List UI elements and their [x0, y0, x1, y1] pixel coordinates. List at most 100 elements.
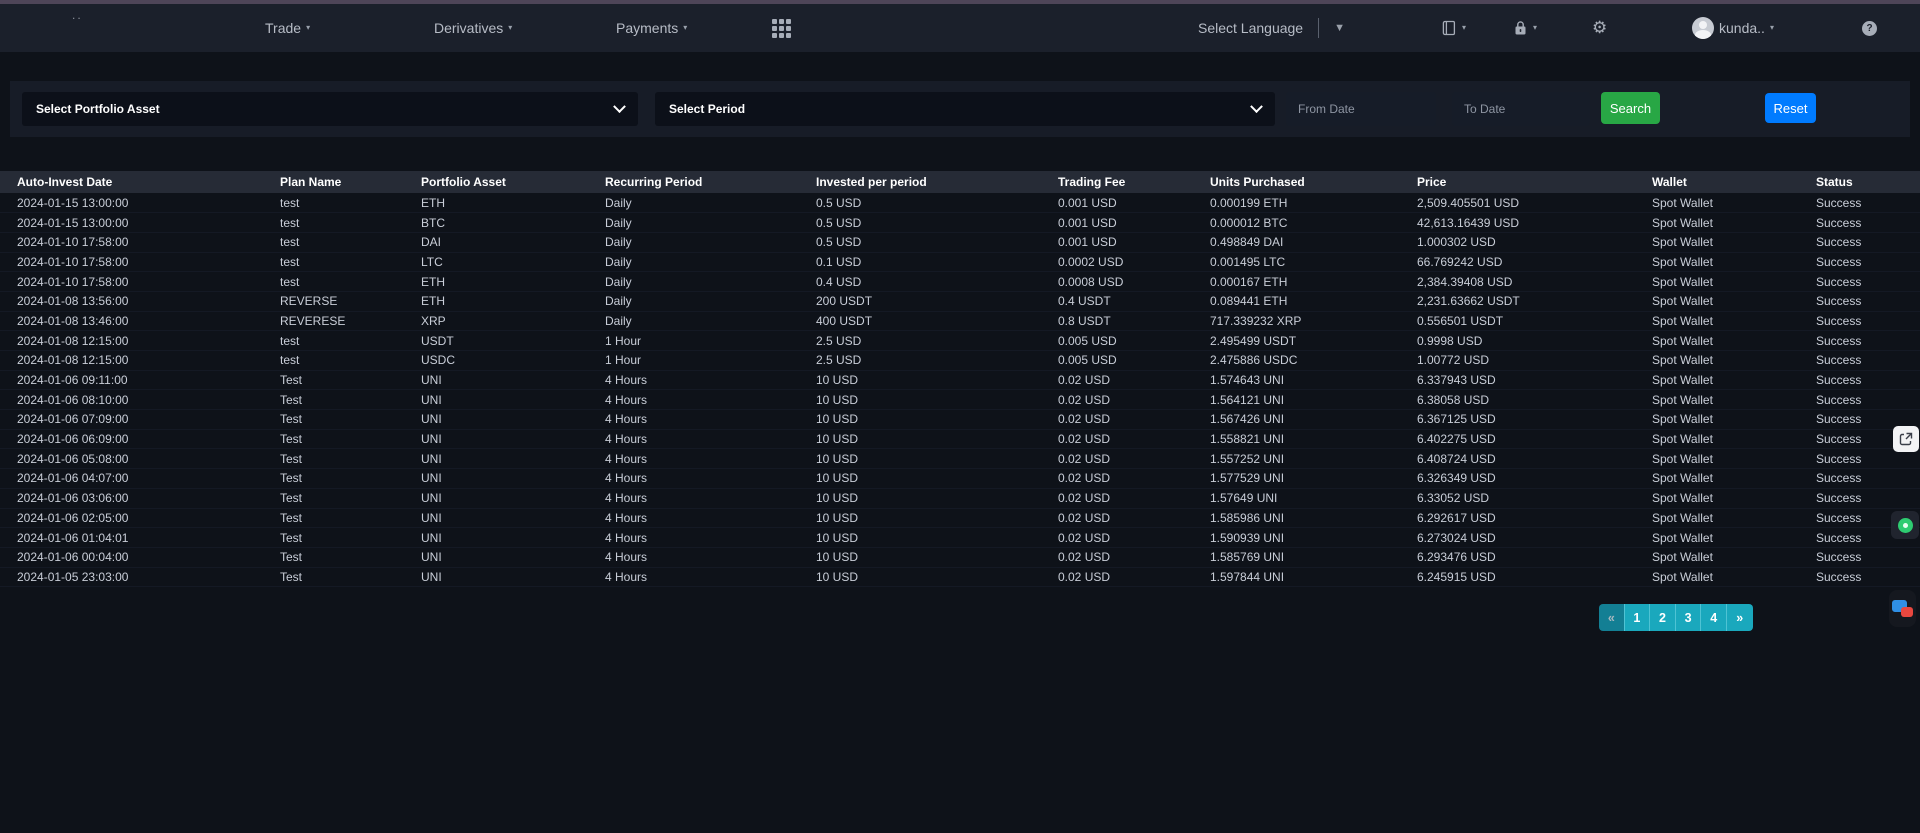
table-cell: test [280, 213, 421, 233]
table-cell: LTC [421, 252, 605, 272]
table-cell: 0.000199 ETH [1210, 193, 1417, 213]
pagination-page[interactable]: 2 [1650, 604, 1676, 631]
table-row: 2024-01-15 13:00:00testBTCDaily0.5 USD0.… [0, 213, 1920, 233]
table-cell: UNI [421, 410, 605, 430]
table-cell: 6.38058 USD [1417, 390, 1652, 410]
chat-widget[interactable] [1889, 590, 1916, 627]
table-cell: Spot Wallet [1652, 213, 1816, 233]
table-cell: 6.293476 USD [1417, 547, 1652, 567]
table-cell: Success [1816, 193, 1920, 213]
table-cell: Success [1816, 213, 1920, 233]
chevron-down-icon: ▾ [1462, 24, 1466, 32]
column-header: Status [1816, 171, 1920, 193]
table-cell: Daily [605, 252, 816, 272]
table-cell: 717.339232 XRP [1210, 311, 1417, 331]
table-cell: 1.577529 UNI [1210, 469, 1417, 489]
pagination-next[interactable]: » [1727, 604, 1753, 631]
table-cell: Test [280, 469, 421, 489]
table-cell: REVERSE [280, 291, 421, 311]
chat-bubbles-icon [1892, 598, 1914, 620]
table-cell: 1.590939 UNI [1210, 528, 1417, 548]
language-dropdown-icon: ▼ [1334, 22, 1345, 34]
table-cell: test [280, 272, 421, 292]
table-cell: 0.02 USD [1058, 547, 1210, 567]
table-cell: 0.02 USD [1058, 410, 1210, 430]
nav-item-derivatives[interactable]: Derivatives ▾ [434, 4, 512, 52]
reset-button[interactable]: Reset [1765, 93, 1816, 123]
table-cell: 10 USD [816, 488, 1058, 508]
help-button[interactable]: ? [1862, 4, 1877, 52]
table-cell: Spot Wallet [1652, 232, 1816, 252]
table-cell: Daily [605, 291, 816, 311]
extension-widget[interactable] [1891, 511, 1919, 539]
table-cell: 0.001 USD [1058, 193, 1210, 213]
from-date-input[interactable] [1286, 92, 1436, 126]
table-cell: 0.001 USD [1058, 232, 1210, 252]
orders-menu-button[interactable]: ▾ [1441, 4, 1466, 52]
table-cell: 1 Hour [605, 331, 816, 351]
nav-item-label: Payments [616, 20, 678, 36]
chevron-down-icon: ▾ [1533, 24, 1537, 32]
pagination-page[interactable]: 1 [1625, 604, 1651, 631]
table-row: 2024-01-06 03:06:00TestUNI4 Hours10 USD0… [0, 488, 1920, 508]
portfolio-asset-select[interactable]: Select Portfolio Asset [22, 92, 638, 126]
settings-button[interactable]: ⚙ [1592, 4, 1607, 52]
table-cell: USDC [421, 351, 605, 371]
period-select[interactable]: Select Period [655, 92, 1275, 126]
table-cell: 10 USD [816, 390, 1058, 410]
table-cell: 6.245915 USD [1417, 567, 1652, 587]
to-date-input[interactable] [1452, 92, 1590, 126]
pagination-page[interactable]: 4 [1701, 604, 1727, 631]
search-button[interactable]: Search [1601, 92, 1660, 124]
table-cell: 2024-01-10 17:58:00 [0, 252, 280, 272]
table-cell: Spot Wallet [1652, 252, 1816, 272]
filter-panel: Select Portfolio Asset Select Period Sea… [10, 81, 1910, 137]
apps-grid-button[interactable] [772, 4, 791, 52]
table-cell: 1.557252 UNI [1210, 449, 1417, 469]
pagination-page[interactable]: 3 [1676, 604, 1702, 631]
table-cell: REVERESE [280, 311, 421, 331]
table-cell: Test [280, 528, 421, 548]
logo[interactable]: .. [72, 8, 83, 22]
table-cell: 10 USD [816, 410, 1058, 430]
table-cell: 0.089441 ETH [1210, 291, 1417, 311]
pagination-prev[interactable]: « [1599, 604, 1625, 631]
table-cell: 2024-01-15 13:00:00 [0, 213, 280, 233]
user-name: kunda.. [1719, 20, 1765, 36]
nav-item-trade[interactable]: Trade ▾ [265, 4, 310, 52]
language-selector[interactable]: Select Language ▼ [1198, 4, 1345, 52]
security-lock-icon [1513, 20, 1528, 36]
table-cell: Spot Wallet [1652, 390, 1816, 410]
table-cell: 0.02 USD [1058, 390, 1210, 410]
table-row: 2024-01-06 09:11:00TestUNI4 Hours10 USD0… [0, 370, 1920, 390]
language-label: Select Language [1198, 20, 1303, 36]
share-widget[interactable] [1893, 426, 1919, 452]
table-cell: 4 Hours [605, 390, 816, 410]
table-cell: Spot Wallet [1652, 567, 1816, 587]
column-header: Plan Name [280, 171, 421, 193]
nav-item-payments[interactable]: Payments ▾ [616, 4, 687, 52]
table-cell: 2024-01-15 13:00:00 [0, 193, 280, 213]
user-menu[interactable]: kunda.. ▾ [1692, 4, 1774, 52]
table-cell: DAI [421, 232, 605, 252]
table-cell: 4 Hours [605, 469, 816, 489]
table-cell: Success [1816, 291, 1920, 311]
table-cell: 0.02 USD [1058, 469, 1210, 489]
period-select-label: Select Period [669, 102, 745, 116]
table-cell: Success [1816, 390, 1920, 410]
table-cell: 4 Hours [605, 508, 816, 528]
table-row: 2024-01-06 00:04:00TestUNI4 Hours10 USD0… [0, 547, 1920, 567]
table-cell: Spot Wallet [1652, 528, 1816, 548]
table-cell: 2024-01-06 03:06:00 [0, 488, 280, 508]
table-row: 2024-01-05 23:03:00TestUNI4 Hours10 USD0… [0, 567, 1920, 587]
table-cell: 1.564121 UNI [1210, 390, 1417, 410]
table-row: 2024-01-10 17:58:00testDAIDaily0.5 USD0.… [0, 232, 1920, 252]
table-cell: 4 Hours [605, 528, 816, 548]
table-cell: 2024-01-10 17:58:00 [0, 232, 280, 252]
table-cell: Daily [605, 193, 816, 213]
table-cell: 2.5 USD [816, 351, 1058, 371]
table-cell: Spot Wallet [1652, 291, 1816, 311]
table-cell: 6.273024 USD [1417, 528, 1652, 548]
security-menu-button[interactable]: ▾ [1513, 4, 1537, 52]
table-cell: 6.408724 USD [1417, 449, 1652, 469]
